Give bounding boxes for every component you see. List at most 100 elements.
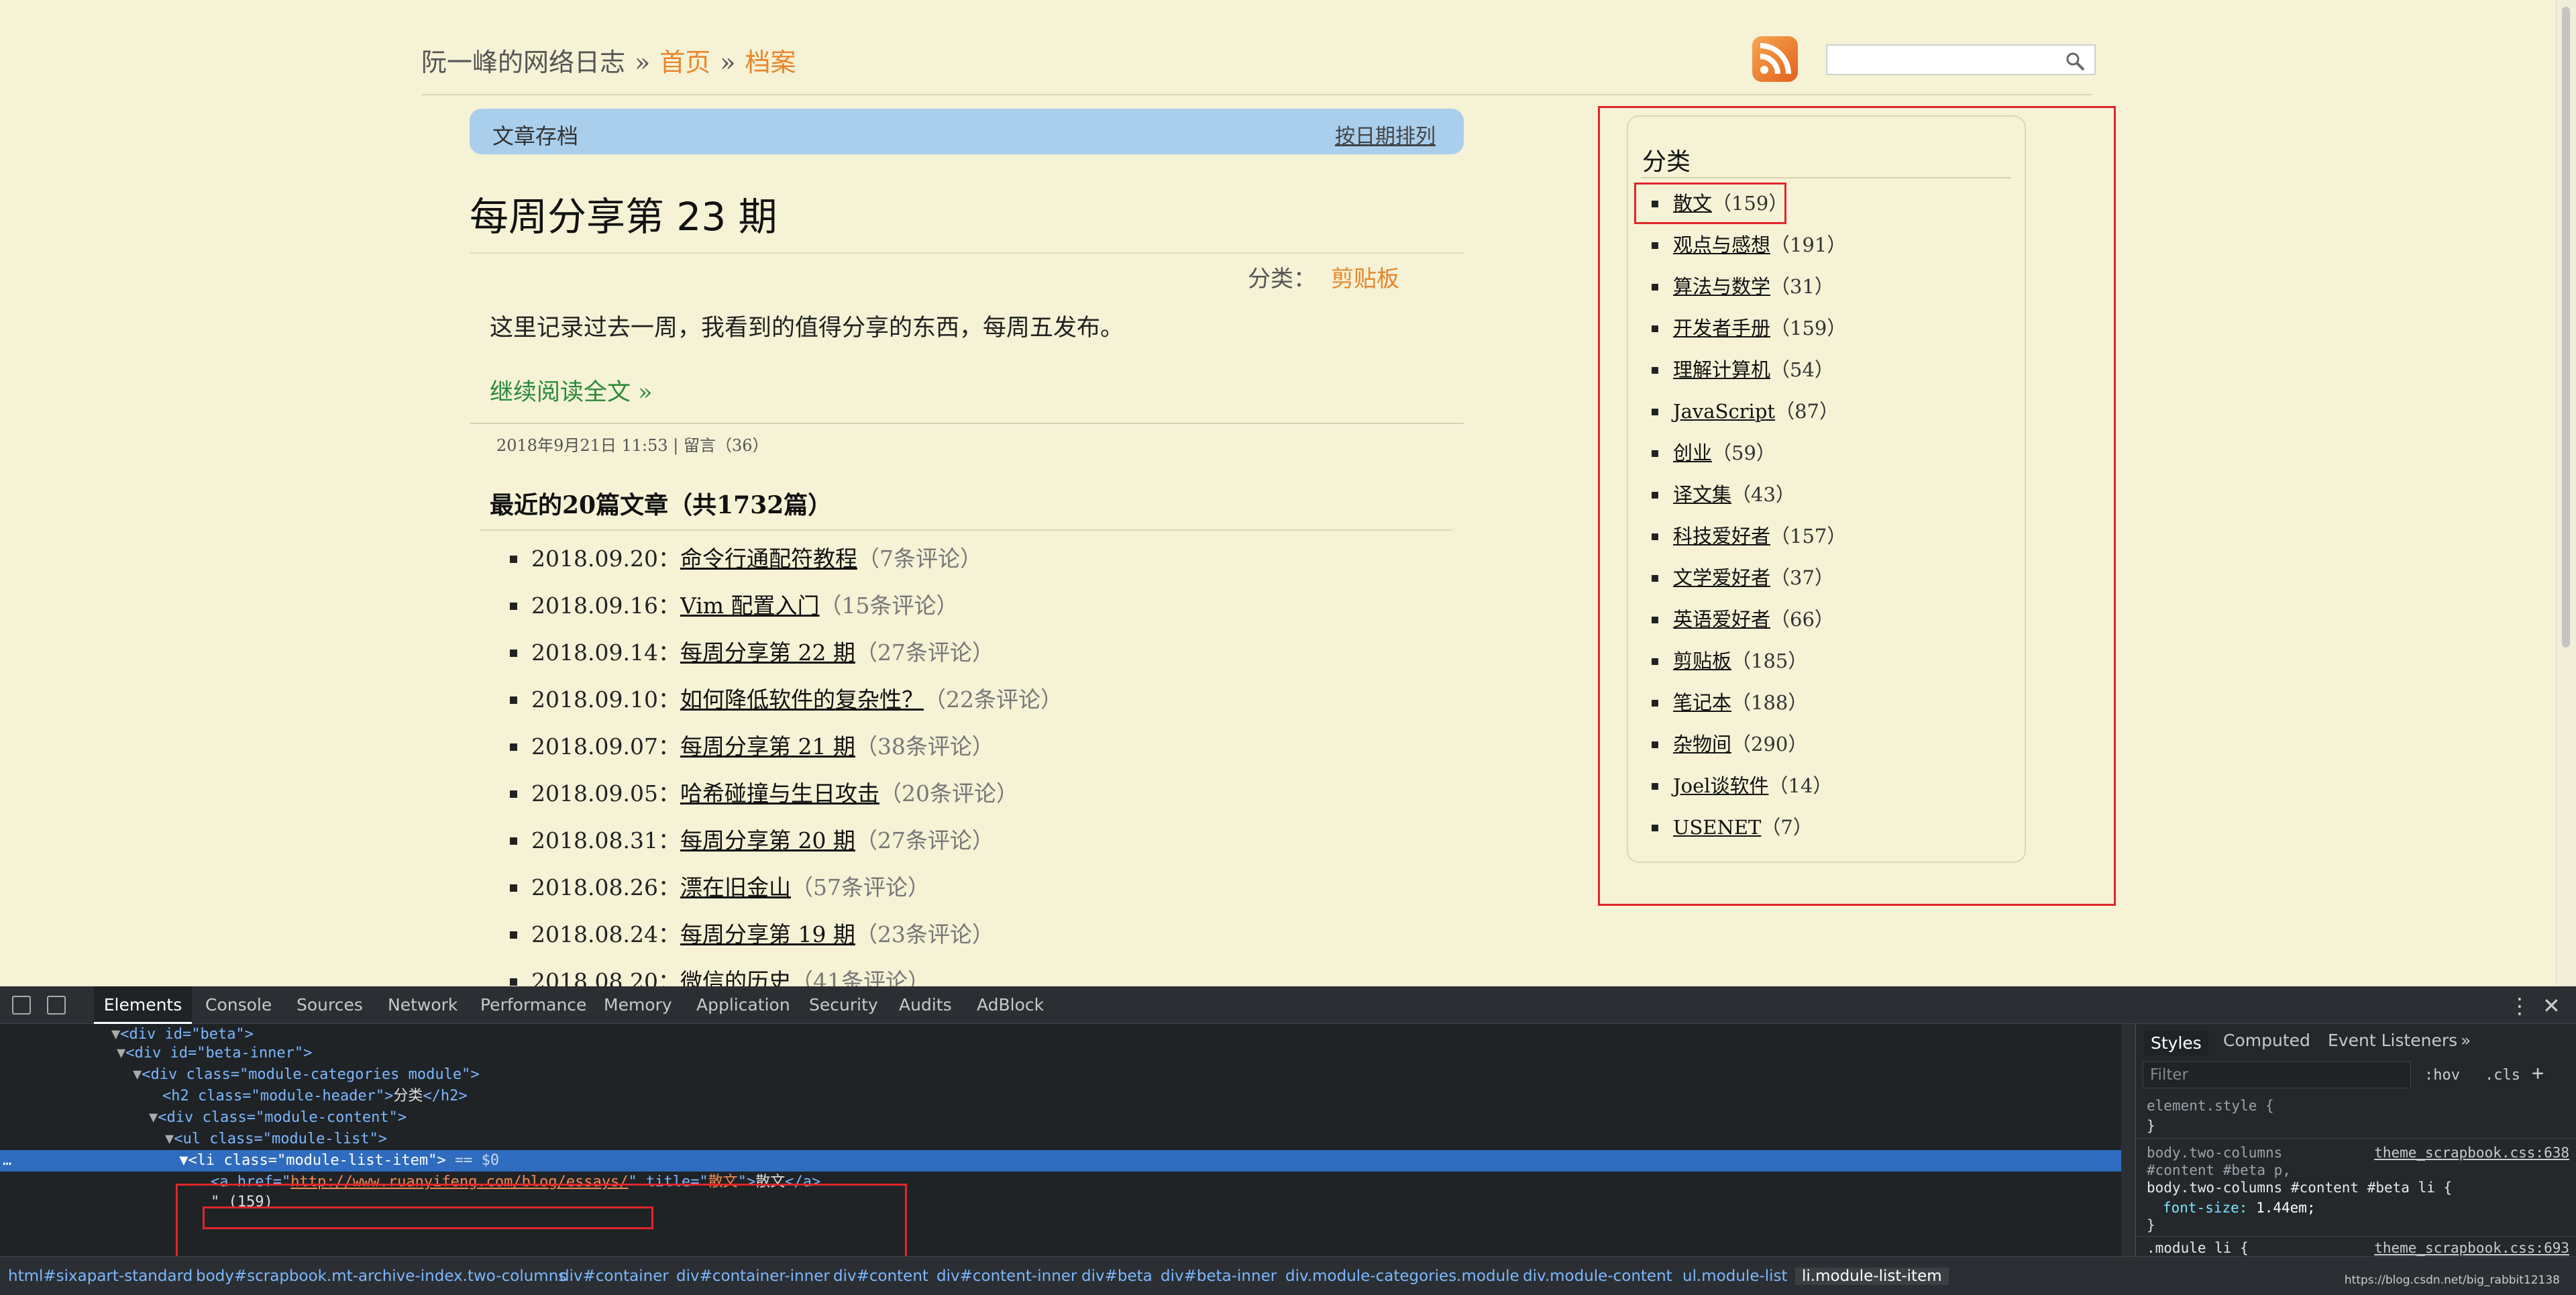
dom-breadcrumb-item[interactable]: html#sixapart-standard — [8, 1267, 193, 1285]
categories-list: 散文（159） 观点与感想（191） 算法与数学（31） 开发者手册（159） … — [1652, 188, 1846, 853]
dom-breadcrumb-item-active[interactable]: li.module-list-item — [1795, 1267, 1949, 1285]
category-link[interactable]: 科技爱好者 — [1673, 525, 1770, 548]
rss-icon[interactable] — [1752, 36, 1798, 82]
tab-console[interactable]: Console — [205, 986, 272, 1024]
list-item: 观点与感想（191） — [1652, 229, 1846, 271]
dom-breadcrumb-item[interactable]: div#container — [559, 1267, 669, 1285]
class-toggle[interactable]: .cls — [2485, 1067, 2520, 1084]
dom-breadcrumb-item[interactable]: div.module-content — [1523, 1267, 1672, 1285]
tab-sources[interactable]: Sources — [297, 986, 363, 1024]
archive-bar-title: 文章存档 — [492, 123, 579, 149]
category-link[interactable]: JavaScript — [1673, 400, 1775, 423]
post-intro: 这里记录过去一周，我看到的值得分享的东西，每周五发布。 — [490, 315, 1124, 342]
category-link[interactable]: 笔记本 — [1673, 691, 1731, 714]
tab-audits[interactable]: Audits — [899, 986, 952, 1024]
category-link[interactable]: 创业 — [1673, 442, 1712, 464]
css-declaration[interactable]: font-size: 1.44em; — [2163, 1200, 2316, 1216]
tab-computed[interactable]: Computed — [2223, 1031, 2310, 1050]
breadcrumb-home-link[interactable]: 首页 — [659, 48, 710, 77]
breadcrumb-archive-link[interactable]: 档案 — [745, 48, 796, 77]
post-link[interactable]: 每周分享第 22 期 — [680, 639, 855, 666]
post-comments: （57条评论） — [790, 874, 930, 900]
tab-network[interactable]: Network — [388, 986, 458, 1024]
dom-node-selected[interactable]: … ▼<li class="module-list-item"> == $0 — [0, 1150, 2121, 1172]
dom-breadcrumb-item[interactable]: div#beta-inner — [1161, 1267, 1277, 1285]
category-link[interactable]: 散文 — [1673, 192, 1712, 215]
post-date: 2018.09.20： — [531, 546, 680, 572]
stylesheet-link[interactable]: theme_scrapbook.css:638 — [2374, 1145, 2569, 1161]
more-options-icon[interactable]: ⋮ — [2509, 993, 2530, 1019]
tab-application[interactable]: Application — [696, 986, 790, 1024]
dom-node[interactable]: ▼<div class="module-content"> — [0, 1107, 2121, 1129]
dom-breadcrumb-item[interactable]: ul.module-list — [1682, 1267, 1788, 1285]
list-item: 2018.09.05：哈希碰撞与生日攻击（20条评论） — [510, 778, 1063, 825]
category-link[interactable]: 译文集 — [1673, 483, 1731, 506]
post-link[interactable]: Vim 配置入门 — [680, 592, 820, 619]
styles-filter-input[interactable]: Filter — [2143, 1061, 2411, 1088]
search-input[interactable] — [1826, 44, 2096, 75]
dom-breadcrumb-item[interactable]: div#beta — [1081, 1267, 1152, 1285]
dom-node[interactable]: ▼<div id="beta-inner"> — [0, 1043, 2121, 1064]
dom-breadcrumb-item[interactable]: div#container-inner — [676, 1267, 830, 1285]
scrollbar-thumb[interactable] — [2562, 7, 2570, 648]
list-item: 2018.08.24：每周分享第 19 期（23条评论） — [510, 919, 1063, 966]
category-link[interactable]: 开发者手册 — [1673, 317, 1770, 340]
category-link[interactable]: 文学爱好者 — [1673, 566, 1770, 589]
rule-selector[interactable]: body.two-columns — [2147, 1145, 2282, 1161]
rule-selector[interactable]: .module li { — [2147, 1240, 2249, 1256]
rule-selector[interactable]: #content #beta p, — [2147, 1162, 2291, 1178]
dom-breadcrumb-item[interactable]: body#scrapbook.mt-archive-index.two-colu… — [196, 1267, 566, 1285]
post-link[interactable]: 命令行通配符教程 — [680, 546, 857, 572]
category-link[interactable]: USENET — [1673, 816, 1761, 839]
element-style-rule[interactable]: element.style { — [2147, 1098, 2274, 1114]
dom-breadcrumb-item[interactable]: div#content — [833, 1267, 928, 1285]
post-link[interactable]: 如何降低软件的复杂性？ — [680, 686, 924, 713]
post-date: 2018.08.24： — [531, 921, 680, 947]
sort-by-date-link[interactable]: 按日期排列 — [1335, 119, 1436, 149]
category-link[interactable]: 英语爱好者 — [1673, 608, 1770, 631]
post-link[interactable]: 漂在旧金山 — [680, 874, 791, 900]
post-comments: （38条评论） — [855, 733, 994, 760]
tab-elements[interactable]: Elements — [94, 986, 192, 1024]
tab-event-listeners[interactable]: Event Listeners — [2328, 1031, 2457, 1050]
read-more-link[interactable]: 继续阅读全文 » — [490, 373, 653, 407]
post-date: 2018.08.26： — [531, 874, 680, 900]
category-link[interactable]: 剪贴板 — [1673, 650, 1731, 672]
dom-node[interactable]: ▼<div class="module-categories module"> — [0, 1064, 2121, 1086]
list-item: 2018.08.26：漂在旧金山（57条评论） — [510, 872, 1063, 919]
search-icon[interactable] — [2065, 51, 2085, 71]
post-category-link[interactable]: 剪贴板 — [1331, 266, 1399, 293]
hover-state-toggle[interactable]: :hov — [2424, 1067, 2460, 1084]
category-link[interactable]: Joel谈软件 — [1673, 774, 1769, 797]
category-link[interactable]: 算法与数学 — [1673, 275, 1770, 298]
tab-styles[interactable]: Styles — [2144, 1031, 2208, 1055]
tab-performance[interactable]: Performance — [480, 986, 586, 1024]
page-scrollbar[interactable] — [2556, 0, 2576, 986]
tab-adblock[interactable]: AdBlock — [977, 986, 1044, 1024]
more-tabs-icon[interactable]: » — [2461, 1031, 2471, 1050]
post-link[interactable]: 哈希碰撞与生日攻击 — [680, 780, 879, 807]
device-toolbar-icon[interactable] — [47, 996, 66, 1015]
post-link[interactable]: 每周分享第 19 期 — [680, 921, 855, 947]
post-link[interactable]: 每周分享第 20 期 — [680, 827, 855, 853]
tab-security[interactable]: Security — [809, 986, 878, 1024]
rule-close: } — [2147, 1118, 2155, 1134]
tab-memory[interactable]: Memory — [604, 986, 672, 1024]
inspect-element-icon[interactable] — [12, 996, 31, 1015]
rule-selector[interactable]: body.two-columns #content #beta li { — [2147, 1180, 2452, 1196]
post-link[interactable]: 微信的历史 — [680, 968, 791, 986]
post-link[interactable]: 每周分享第 21 期 — [680, 733, 855, 760]
new-rule-icon[interactable]: + — [2532, 1061, 2544, 1085]
list-item: 2018.09.16：Vim 配置入门（15条评论） — [510, 590, 1063, 637]
categories-heading: 分类 — [1642, 148, 1691, 176]
category-link[interactable]: 理解计算机 — [1673, 358, 1770, 381]
dom-node[interactable]: ▼<ul class="module-list"> — [0, 1129, 2121, 1150]
category-link[interactable]: 杂物间 — [1673, 733, 1731, 756]
dom-breadcrumb-item[interactable]: div#content-inner — [936, 1267, 1077, 1285]
elements-scrollbar[interactable] — [2121, 1024, 2135, 1256]
dom-breadcrumb-item[interactable]: div.module-categories.module — [1285, 1267, 1519, 1285]
close-icon[interactable]: ✕ — [2542, 993, 2561, 1019]
dom-node[interactable]: <h2 class="module-header">分类</h2> — [0, 1086, 2121, 1107]
category-link[interactable]: 观点与感想 — [1673, 234, 1770, 256]
stylesheet-link[interactable]: theme_scrapbook.css:693 — [2374, 1240, 2569, 1256]
